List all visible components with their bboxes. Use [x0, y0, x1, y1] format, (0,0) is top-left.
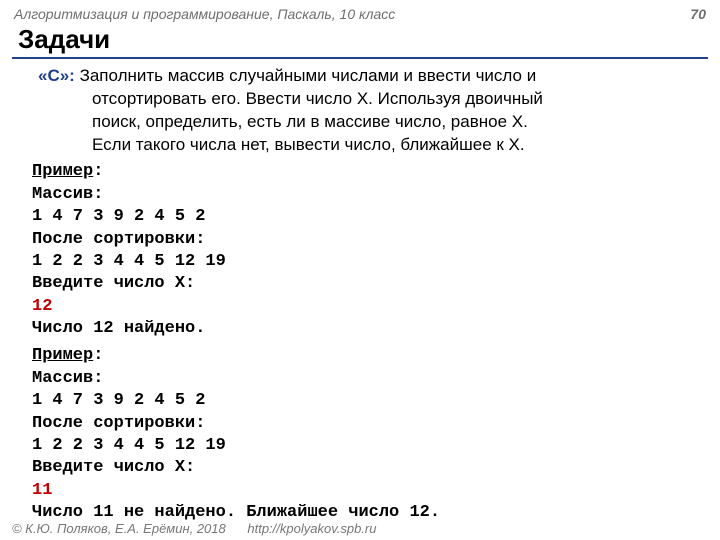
example1-line-5: Введите число X: [32, 273, 692, 295]
page-number: 70 [690, 6, 706, 22]
example1-header-word: Пример [32, 162, 93, 181]
course-title: Алгоритмизация и программирование, Паска… [14, 6, 395, 22]
example1-header: Пример: [32, 161, 692, 184]
task-line-4: Если такого числа нет, вывести число, бл… [38, 134, 692, 157]
example2-header-word: Пример [32, 346, 93, 365]
example2-line-2: 1 4 7 3 9 2 4 5 2 [32, 390, 692, 412]
footer-copyright: © К.Ю. Поляков, Е.А. Ерёмин, 2018 [12, 521, 226, 536]
example2-line-5: Введите число X: [32, 457, 692, 479]
example1-line-1: Массив: [32, 184, 692, 206]
example2-line-3: После сортировки: [32, 413, 692, 435]
example2-line-1: Массив: [32, 368, 692, 390]
task-block: «С»: Заполнить массив случайными числами… [38, 65, 692, 157]
example1-line-6: 12 [32, 296, 692, 318]
footer: © К.Ю. Поляков, Е.А. Ерёмин, 2018 http:/… [12, 521, 376, 536]
example2-line-6: 11 [32, 480, 692, 502]
task-line-2: отсортировать его. Ввести число X. Испол… [38, 88, 692, 111]
header-bar: Алгоритмизация и программирование, Паска… [0, 0, 720, 22]
example1-line-3: После сортировки: [32, 229, 692, 251]
content-area: «С»: Заполнить массив случайными числами… [0, 65, 720, 525]
task-label: «С»: [38, 66, 75, 85]
example2-header-colon: : [93, 346, 103, 365]
task-line-3: поиск, определить, есть ли в массиве чис… [38, 111, 692, 134]
title-rule [12, 57, 708, 59]
example2-header: Пример: [32, 345, 692, 368]
footer-url: http://kpolyakov.spb.ru [247, 521, 376, 536]
page-title: Задачи [0, 22, 720, 55]
task-line-1: Заполнить массив случайными числами и вв… [75, 66, 536, 85]
example1-line-2: 1 4 7 3 9 2 4 5 2 [32, 206, 692, 228]
example1-line-7: Число 12 найдено. [32, 318, 692, 340]
example2-line-4: 1 2 2 3 4 4 5 12 19 [32, 435, 692, 457]
example1-header-colon: : [93, 162, 103, 181]
example1-line-4: 1 2 2 3 4 4 5 12 19 [32, 251, 692, 273]
